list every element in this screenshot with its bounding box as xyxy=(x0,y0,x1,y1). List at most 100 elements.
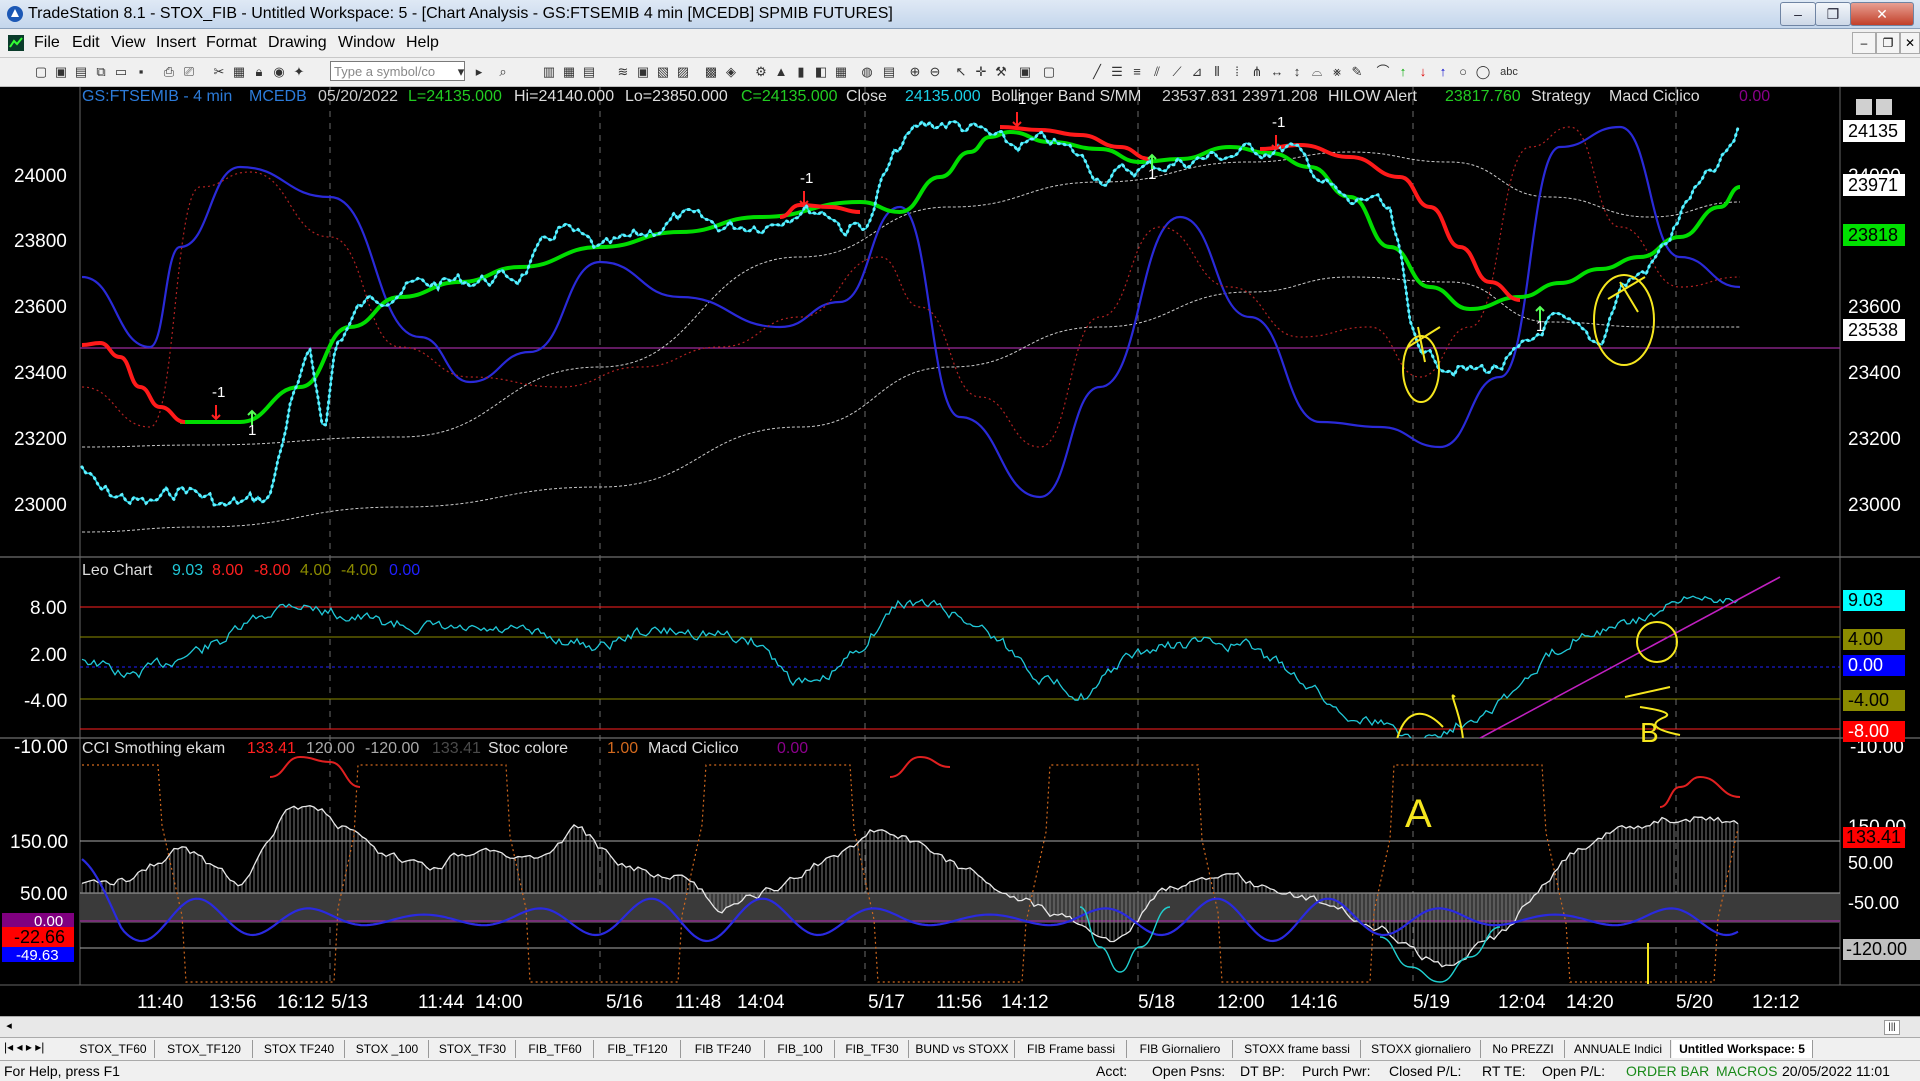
tab-stoxx-frame-bassi[interactable]: STOXX frame bassi xyxy=(1234,1040,1361,1058)
chart-window-icon[interactable] xyxy=(8,35,24,51)
chart-horizontal-scrollbar[interactable]: ◂ ||| xyxy=(0,1016,1920,1037)
chart-analysis-icon[interactable]: ▥ xyxy=(540,63,558,81)
minimize-button[interactable]: – xyxy=(1780,2,1816,26)
speed-lines-icon[interactable]: ⊿ xyxy=(1188,63,1206,81)
andrews-pitchfork-icon[interactable]: ⋔ xyxy=(1248,63,1266,81)
new-icon[interactable]: ▢ xyxy=(32,63,50,81)
cut-icon[interactable]: ✂ xyxy=(210,63,228,81)
zoom-in-icon[interactable]: ⊕ xyxy=(906,63,924,81)
maximize-button[interactable]: ❐ xyxy=(1815,2,1851,26)
tab-stox-tf120[interactable]: STOX_TF120 xyxy=(156,1040,253,1058)
mdi-restore-button[interactable]: ❐ xyxy=(1876,32,1900,54)
web-icon[interactable]: ◍ xyxy=(858,63,876,81)
tab-fib-frame-bassi[interactable]: FIB Frame bassi xyxy=(1016,1040,1127,1058)
menu-format[interactable]: Format xyxy=(206,34,257,52)
tab-no-prezzi[interactable]: No PREZZI xyxy=(1482,1040,1565,1058)
tab-stox-tf60[interactable]: STOX_TF60 xyxy=(72,1040,155,1058)
curve-icon[interactable]: ⌒ xyxy=(1374,63,1392,81)
paste-icon[interactable]: ▦ xyxy=(230,63,248,81)
copy-icon[interactable]: ⧉ xyxy=(92,63,110,81)
tab-fib-tf30[interactable]: FIB_TF30 xyxy=(836,1040,909,1058)
tab-stox-tf30[interactable]: STOX_TF30 xyxy=(430,1040,516,1058)
tab-fib-tf120[interactable]: FIB_TF120 xyxy=(595,1040,681,1058)
panel-minimize-button[interactable] xyxy=(1856,99,1872,115)
tab-untitled-workspace-5[interactable]: Untitled Workspace: 5 xyxy=(1672,1040,1813,1058)
vertical-line-icon[interactable]: ↕ xyxy=(1288,63,1306,81)
arrow-up-green-icon[interactable]: ↑ xyxy=(1394,63,1412,81)
symbol-input[interactable]: Type a symbol/co xyxy=(330,61,465,81)
matrix-icon[interactable]: ▤ xyxy=(580,63,598,81)
tools-icon[interactable]: ✦ xyxy=(290,63,308,81)
fib-extension-icon[interactable]: ≡ xyxy=(1128,63,1146,81)
zoom-out-icon[interactable]: ⊖ xyxy=(926,63,944,81)
gann-fan-icon[interactable]: ⟋ xyxy=(1168,63,1186,81)
save-icon[interactable]: ▪ xyxy=(132,63,150,81)
open-folder-icon[interactable]: ▭ xyxy=(112,63,130,81)
strategy-icon[interactable]: ⚙ xyxy=(752,63,770,81)
time-sales-icon[interactable]: ≋ xyxy=(614,63,632,81)
cycle-lines-icon[interactable]: ⁞ xyxy=(1228,63,1246,81)
tab-fib-tf60[interactable]: FIB_TF60 xyxy=(517,1040,594,1058)
scroll-left-icon[interactable]: ◂ xyxy=(2,1019,16,1033)
scanner-icon[interactable]: ▨ xyxy=(674,63,692,81)
menu-edit[interactable]: Edit xyxy=(72,34,100,52)
print-preview-icon[interactable]: ⎚ xyxy=(180,63,198,81)
menu-insert[interactable]: Insert xyxy=(156,34,196,52)
workspace-assistant-icon[interactable]: ▣ xyxy=(1016,63,1034,81)
new-workspace-icon[interactable]: ▤ xyxy=(72,63,90,81)
scroll-thumb[interactable]: ||| xyxy=(1884,1020,1900,1035)
radarscreen-icon[interactable]: ▦ xyxy=(560,63,578,81)
menu-view[interactable]: View xyxy=(111,34,145,52)
fib-retracement-icon[interactable]: ☰ xyxy=(1108,63,1126,81)
tab-nav-icon[interactable]: |◂ ◂ ▸ ▸| xyxy=(4,1040,44,1054)
pencil-icon[interactable]: ✎ xyxy=(1348,63,1366,81)
time-zones-icon[interactable]: ⦀ xyxy=(1208,63,1226,81)
menu-file[interactable]: File xyxy=(34,34,60,52)
tab-annuale-indici[interactable]: ANNUALE Indici xyxy=(1566,1040,1671,1058)
menu-drawing[interactable]: Drawing xyxy=(268,34,327,52)
tab-bund-vs-stoxx[interactable]: BUND vs STOXX xyxy=(910,1040,1015,1058)
arrow-up-blue-icon[interactable]: ↑ xyxy=(1434,63,1452,81)
close-window-button[interactable]: ✕ xyxy=(1850,2,1914,26)
lock-icon[interactable]: 🔒︎ xyxy=(250,63,268,81)
tab-stoxx-giornaliero[interactable]: STOXX giornaliero xyxy=(1362,1040,1481,1058)
news-icon[interactable]: ▧ xyxy=(654,63,672,81)
alerts-icon[interactable]: ◈ xyxy=(722,63,740,81)
channel-icon[interactable]: ⫽ xyxy=(1148,63,1166,81)
indicator-icon[interactable]: ▲ xyxy=(772,63,790,81)
chart-analysis-window[interactable]: -1 -1 1 -1 1 -1 1 GS:FTSEMIB - 4 min MCEDB 05/… xyxy=(0,87,1920,1016)
quotes-icon[interactable]: ▣ xyxy=(634,63,652,81)
globe-icon[interactable]: ◉ xyxy=(270,63,288,81)
tab-stox-100[interactable]: STOX _100 xyxy=(346,1040,429,1058)
menu-help[interactable]: Help xyxy=(406,34,439,52)
dropdown-arrow-icon[interactable]: ▾ xyxy=(452,63,470,81)
mdi-minimize-button[interactable]: – xyxy=(1852,32,1876,54)
crosshair-icon[interactable]: ✛ xyxy=(972,63,990,81)
tab-fib-tf240[interactable]: FIB TF240 xyxy=(682,1040,765,1058)
format-icon[interactable]: ◧ xyxy=(812,63,830,81)
status-macros[interactable]: MACROS xyxy=(1716,1063,1777,1079)
chart-canvas[interactable]: -1-11-11-11 GS:FTSEMIB - 4 min MCEDB 05/… xyxy=(0,87,1920,1016)
mdi-close-button[interactable]: ✕ xyxy=(1900,32,1920,54)
tab-stox-tf240[interactable]: STOX TF240 xyxy=(254,1040,345,1058)
data-window-icon[interactable]: ▦ xyxy=(832,63,850,81)
print-icon[interactable]: ⎙ xyxy=(160,63,178,81)
trendline-icon[interactable]: ╱ xyxy=(1088,63,1106,81)
menu-window[interactable]: Window xyxy=(338,34,395,52)
panel-maximize-button[interactable] xyxy=(1876,99,1892,115)
tab-fib-100[interactable]: FIB_100 xyxy=(766,1040,835,1058)
hammer-icon[interactable]: ⚒ xyxy=(992,63,1010,81)
ellipse-icon[interactable]: ◯ xyxy=(1474,63,1492,81)
status-order-bar[interactable]: ORDER BAR xyxy=(1626,1063,1709,1079)
symbol-lookup-icon[interactable]: ⌕ xyxy=(494,63,512,81)
horizontal-line-icon[interactable]: ↔ xyxy=(1268,63,1286,81)
text-tool-icon[interactable]: abc xyxy=(1494,63,1524,81)
fan-icon[interactable]: ⨳ xyxy=(1328,63,1346,81)
new-window-icon[interactable]: ▣ xyxy=(52,63,70,81)
tab-fib-giornaliero[interactable]: FIB Giornaliero xyxy=(1128,1040,1233,1058)
go-arrow-icon[interactable]: ▸ xyxy=(470,63,488,81)
bar-chart-icon[interactable]: ▮ xyxy=(792,63,810,81)
order-entry-icon[interactable]: ▩ xyxy=(702,63,720,81)
circle-icon[interactable]: ○ xyxy=(1454,63,1472,81)
arc-icon[interactable]: ⌓ xyxy=(1308,63,1326,81)
